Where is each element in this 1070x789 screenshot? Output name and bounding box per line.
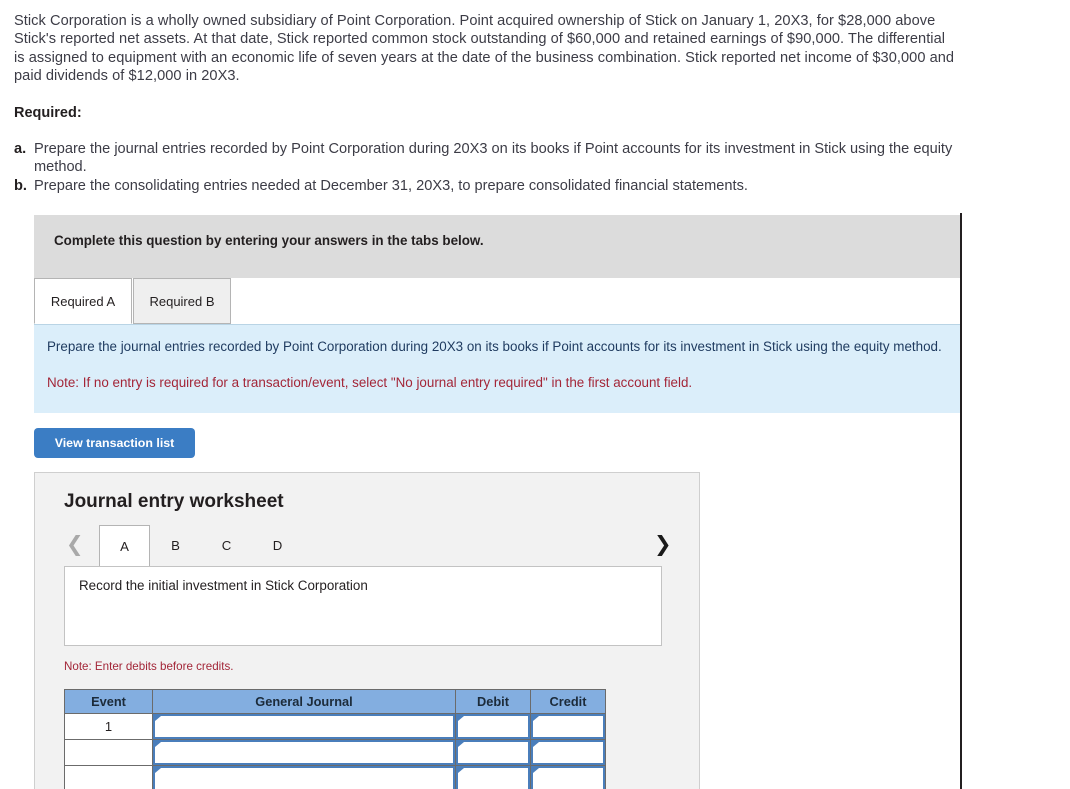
debit-cell xyxy=(455,713,531,740)
worksheet-tab-c-label: C xyxy=(221,538,232,553)
worksheet-title: Journal entry worksheet xyxy=(64,491,284,512)
table-row xyxy=(64,739,606,766)
event-cell xyxy=(64,739,153,766)
problem-statement: Stick Corporation is a wholly owned subs… xyxy=(14,13,955,85)
page-right-divider xyxy=(960,213,962,789)
column-header-event: Event xyxy=(64,689,153,714)
question-page: Stick Corporation is a wholly owned subs… xyxy=(0,0,1070,789)
column-header-credit: Credit xyxy=(530,689,606,714)
credit-input[interactable] xyxy=(531,714,605,739)
required-item-a-text: Prepare the journal entries recorded by … xyxy=(34,141,953,176)
chevron-right-icon[interactable]: ❯ xyxy=(654,529,672,559)
worksheet-tab-d[interactable]: D xyxy=(252,525,303,566)
requirement-info-note: Note: If no entry is required for a tran… xyxy=(47,375,693,390)
tab-required-b[interactable]: Required B xyxy=(133,278,231,324)
column-header-debit: Debit xyxy=(455,689,531,714)
tab-required-a[interactable]: Required A xyxy=(34,278,132,324)
event-cell xyxy=(64,765,153,789)
worksheet-tab-b-label: B xyxy=(171,538,180,553)
credit-input-wrap xyxy=(531,714,605,739)
required-tabstrip: Required A Required B xyxy=(34,278,960,324)
required-item-b-text: Prepare the consolidating entries needed… xyxy=(34,177,748,194)
worksheet-tab-b[interactable]: B xyxy=(150,525,201,566)
worksheet-description-text: Record the initial investment in Stick C… xyxy=(79,578,368,593)
view-transaction-list-button[interactable]: View transaction list xyxy=(34,428,195,458)
credit-cell xyxy=(530,713,606,740)
debit-input-wrap xyxy=(456,714,530,739)
instruction-banner-text: Complete this question by entering your … xyxy=(54,233,484,248)
required-item-b: b. Prepare the consolidating entries nee… xyxy=(14,177,958,195)
table-header-row: Event General Journal Debit Credit xyxy=(64,689,606,714)
required-item-b-marker: b. xyxy=(14,177,27,194)
credit-input-wrap xyxy=(531,740,605,765)
credit-input[interactable] xyxy=(531,740,605,765)
worksheet-description-box: Record the initial investment in Stick C… xyxy=(64,566,662,646)
debit-input[interactable] xyxy=(456,740,530,765)
general-journal-input-wrap xyxy=(153,740,455,765)
debit-input[interactable] xyxy=(456,714,530,739)
worksheet-tab-a-label: A xyxy=(120,538,129,554)
table-row xyxy=(64,765,606,789)
required-list: a. Prepare the journal entries recorded … xyxy=(14,140,958,195)
general-journal-input-wrap xyxy=(153,766,455,789)
requirement-info-panel: Prepare the journal entries recorded by … xyxy=(34,324,960,413)
requirement-info-text: Prepare the journal entries recorded by … xyxy=(47,339,942,354)
column-header-general-journal: General Journal xyxy=(152,689,456,714)
worksheet-tab-d-label: D xyxy=(272,538,283,553)
debit-input-wrap xyxy=(456,766,530,789)
debit-input-wrap xyxy=(456,740,530,765)
general-journal-cell xyxy=(152,765,456,789)
chevron-left-icon[interactable]: ❮ xyxy=(66,529,84,559)
debits-before-credits-note: Note: Enter debits before credits. xyxy=(64,660,234,673)
instruction-banner: Complete this question by entering your … xyxy=(34,215,960,278)
required-heading: Required: xyxy=(14,105,82,121)
credit-cell xyxy=(530,739,606,766)
general-journal-input[interactable] xyxy=(153,740,455,765)
worksheet-tabstrip: ❮ A B C D ❯ xyxy=(35,525,701,566)
general-journal-input[interactable] xyxy=(153,714,455,739)
tab-required-a-label: Required A xyxy=(50,293,116,309)
credit-input-wrap xyxy=(531,766,605,789)
debit-cell xyxy=(455,739,531,766)
credit-cell xyxy=(530,765,606,789)
credit-input[interactable] xyxy=(531,766,605,789)
journal-entry-worksheet-panel: Journal entry worksheet ❮ A B C D ❯ Reco… xyxy=(34,472,700,789)
general-journal-input-wrap xyxy=(153,714,455,739)
event-cell: 1 xyxy=(64,713,153,740)
journal-entry-table: Event General Journal Debit Credit 1 xyxy=(64,689,606,789)
table-row: 1 xyxy=(64,713,606,740)
worksheet-tab-c[interactable]: C xyxy=(201,525,252,566)
required-item-a-marker: a. xyxy=(14,141,27,157)
required-item-a: a. Prepare the journal entries recorded … xyxy=(14,140,958,177)
debit-cell xyxy=(455,765,531,789)
general-journal-cell xyxy=(152,739,456,766)
general-journal-input[interactable] xyxy=(153,766,455,789)
tab-required-b-label: Required B xyxy=(149,293,215,309)
worksheet-tab-a[interactable]: A xyxy=(99,525,150,566)
debit-input[interactable] xyxy=(456,766,530,789)
general-journal-cell xyxy=(152,713,456,740)
